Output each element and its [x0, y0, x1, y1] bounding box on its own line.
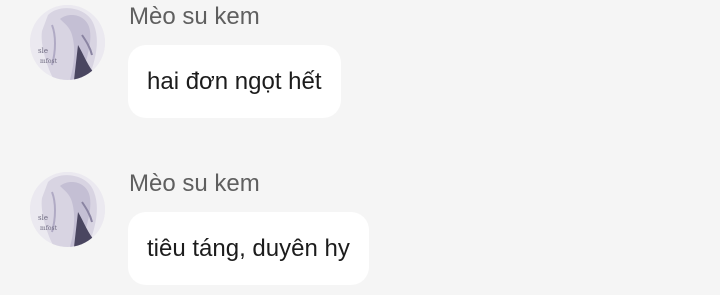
sender-name: Mèo su kem — [129, 170, 260, 197]
avatar-image-icon: sle mfost — [30, 172, 105, 247]
svg-text:sle: sle — [38, 47, 48, 55]
svg-text:mfost: mfost — [40, 225, 58, 232]
sender-avatar[interactable]: sle mfost — [30, 172, 105, 247]
sender-name: Mèo su kem — [129, 3, 260, 30]
svg-text:mfost: mfost — [40, 58, 58, 65]
sender-avatar[interactable]: sle mfost — [30, 5, 105, 80]
message-bubble[interactable]: tiêu táng, duyên hy — [128, 212, 369, 285]
message-text: hai đơn ngọt hết — [147, 67, 322, 95]
message-bubble[interactable]: hai đơn ngọt hết — [128, 45, 341, 118]
svg-text:sle: sle — [38, 214, 48, 222]
message-text: tiêu táng, duyên hy — [147, 234, 350, 262]
avatar-image-icon: sle mfost — [30, 5, 105, 80]
